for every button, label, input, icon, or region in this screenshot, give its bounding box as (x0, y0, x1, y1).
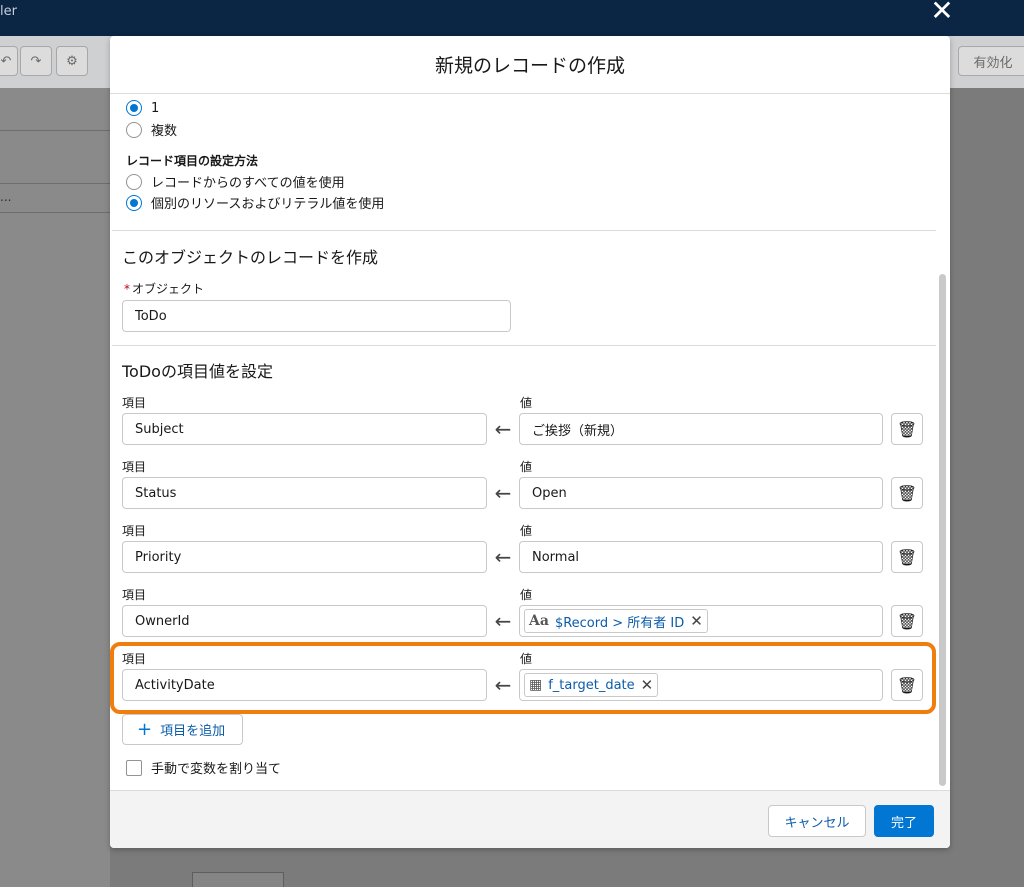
radio-count-multiple[interactable]: 複数 (126, 120, 177, 139)
modal-header: 新規のレコードの作成 (110, 36, 950, 94)
value-input-subject[interactable]: ご挨拶（新規） (519, 413, 883, 445)
field-label: 項目 (122, 524, 147, 538)
add-field-label: 項目を追加 (160, 724, 226, 739)
radio-button[interactable] (126, 100, 142, 116)
arrow-left-icon: ← (494, 481, 512, 505)
section-divider (112, 345, 936, 346)
modal-title: 新規のレコードの作成 (434, 55, 625, 77)
text-type-icon: Aa (529, 613, 549, 629)
field-input-ownerid[interactable]: OwnerId (122, 605, 487, 637)
field-label: 項目 (122, 588, 147, 602)
field-method-label: レコード項目の設定方法 (126, 154, 259, 168)
create-record-modal: 新規のレコードの作成 1 複数 レコード項目の設定方法 レコードからのすべての値… (110, 36, 950, 848)
radio-button[interactable] (126, 194, 142, 211)
value-label: 値 (520, 588, 533, 602)
close-icon[interactable]: ✕ (928, 0, 956, 25)
field-input-status[interactable]: Status (122, 477, 487, 509)
radio-count-one[interactable]: 1 (126, 100, 159, 116)
arrow-left-icon: ← (494, 417, 512, 441)
highlight-annotation (110, 642, 936, 714)
manual-assign-label: 手動で変数を割り当て (151, 762, 282, 777)
radio-button[interactable] (126, 121, 142, 138)
modal-body: 1 複数 レコード項目の設定方法 レコードからのすべての値を使用 個別のリソース… (110, 94, 950, 790)
modal-footer: キャンセル 完了 (110, 790, 950, 848)
sidebar-divider (0, 183, 110, 184)
done-button[interactable]: 完了 (874, 805, 934, 837)
trash-icon: 🗑 (896, 419, 918, 439)
object-input[interactable]: ToDo (122, 300, 511, 332)
object-label-text: オブジェクト (132, 282, 205, 296)
radio-use-separate-resources[interactable]: 個別のリソースおよびリテラル値を使用 (126, 193, 384, 212)
radio-label: 複数 (151, 124, 178, 139)
field-label: 項目 (122, 396, 147, 410)
sidebar-divider (0, 130, 110, 131)
redo-icon: ↷ (30, 53, 42, 69)
app-sidebar (0, 88, 110, 887)
required-mark: * (124, 282, 130, 296)
app-header-bar: ler (0, 0, 1024, 36)
app-title: ler (0, 4, 17, 19)
arrow-left-icon: ← (494, 609, 512, 633)
trash-icon: 🗑 (896, 547, 918, 567)
cancel-button[interactable]: キャンセル (768, 805, 866, 837)
field-input-priority[interactable]: Priority (122, 541, 487, 573)
object-field-label: * オブジェクト (124, 280, 204, 297)
value-input-ownerid[interactable]: Aa $Record > 所有者 ID ✕ (519, 605, 883, 637)
manual-assign-checkbox-row[interactable]: 手動で変数を割り当て (126, 758, 281, 777)
field-input-subject[interactable]: Subject (122, 413, 487, 445)
radio-label: 個別のリソースおよびリテラル値を使用 (151, 197, 385, 212)
scrollbar-thumb[interactable] (939, 274, 946, 786)
undo-icon: ↶ (0, 53, 12, 69)
radio-use-all-values[interactable]: レコードからのすべての値を使用 (126, 172, 345, 191)
delete-row-button[interactable]: 🗑 (891, 413, 923, 445)
value-input-status[interactable]: Open (519, 477, 883, 509)
radio-label: 1 (151, 100, 160, 116)
canvas-zoom-controls[interactable] (192, 872, 284, 887)
trash-icon: 🗑 (896, 483, 918, 503)
value-pill[interactable]: Aa $Record > 所有者 ID ✕ (524, 609, 708, 633)
redo-button[interactable]: ↷ (20, 46, 52, 76)
value-label: 値 (520, 524, 533, 538)
sidebar-divider (0, 212, 110, 213)
remove-icon[interactable]: ✕ (690, 612, 703, 630)
value-input-priority[interactable]: Normal (519, 541, 883, 573)
field-section-title: ToDoの項目値を設定 (122, 362, 273, 381)
delete-row-button[interactable]: 🗑 (891, 541, 923, 573)
value-label: 値 (520, 396, 533, 410)
field-label: 項目 (122, 460, 147, 474)
delete-row-button[interactable]: 🗑 (891, 605, 923, 637)
radio-label: レコードからのすべての値を使用 (151, 176, 345, 191)
activate-button[interactable]: 有効化 (958, 46, 1024, 76)
manual-assign-checkbox[interactable] (126, 759, 142, 776)
trash-icon: 🗑 (896, 611, 918, 631)
object-section-title: このオブジェクトのレコードを作成 (122, 248, 379, 267)
arrow-left-icon: ← (494, 545, 512, 569)
radio-button[interactable] (126, 173, 142, 190)
section-divider (112, 230, 936, 231)
delete-row-button[interactable]: 🗑 (891, 477, 923, 509)
undo-button[interactable]: ↶ (0, 46, 18, 76)
settings-button[interactable]: ⚙ (56, 46, 88, 76)
sidebar-truncated-text: ... (0, 190, 12, 204)
gear-icon: ⚙ (66, 53, 78, 69)
add-field-button[interactable]: + 項目を追加 (122, 714, 243, 745)
pill-label: $Record > 所有者 ID (554, 615, 685, 631)
plus-icon: + (137, 719, 153, 740)
value-label: 値 (520, 460, 533, 474)
